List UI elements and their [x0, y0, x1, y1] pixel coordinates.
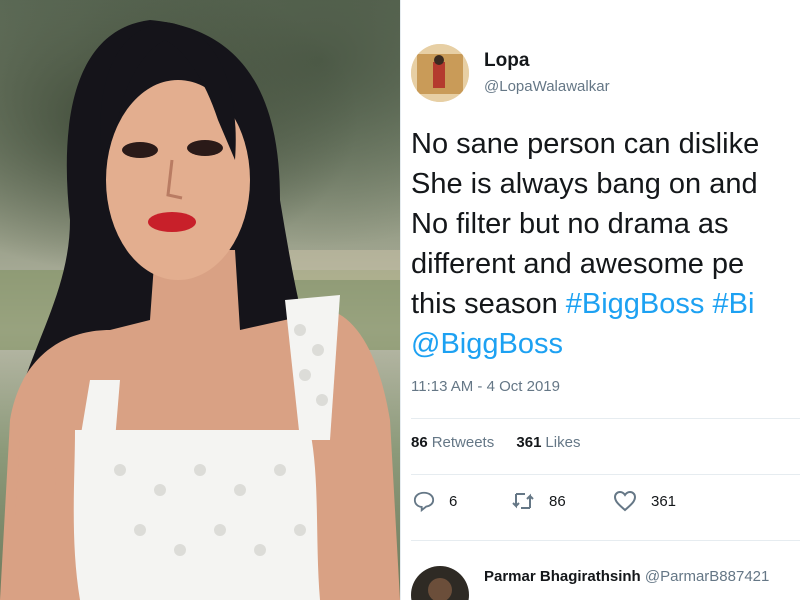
like-count: 361 [651, 492, 677, 510]
reply-count: 6 [449, 492, 458, 510]
retweet-count: 86 [549, 492, 566, 510]
like-button[interactable]: 361 [613, 490, 676, 512]
tweet-line-text: different and awesome pe [411, 248, 745, 280]
tweet-line: She is always bang on and [411, 164, 800, 204]
likes-count: 361 [516, 434, 542, 451]
retweet-icon [512, 493, 534, 509]
divider [411, 540, 800, 541]
tweet-stats: 86 Retweets 361 Likes [411, 434, 598, 451]
avatar[interactable] [411, 44, 469, 102]
reply-author[interactable]: Parmar Bhagirathsinh @ParmarB887421 [484, 568, 769, 585]
retweets-stat[interactable]: 86 Retweets [411, 434, 494, 451]
retweet-button[interactable]: 86 [511, 490, 566, 512]
reply-author-name: Parmar Bhagirathsinh [484, 568, 641, 585]
heart-icon [613, 490, 637, 512]
photo-panel [0, 0, 400, 600]
tweet-line: @BiggBoss [411, 324, 800, 364]
author-name[interactable]: Lopa [484, 50, 529, 72]
mention-link[interactable]: @BiggBoss [411, 328, 563, 360]
woman-portrait-image [0, 20, 400, 600]
author-handle[interactable]: @LopaWalawalkar [484, 78, 610, 95]
retweets-label: Retweets [431, 434, 495, 451]
tweet-line: different and awesome pe [411, 244, 800, 284]
tweet-line: No filter but no drama as [411, 204, 800, 244]
divider [411, 474, 800, 475]
tweet-line-text: No filter but no drama as [411, 208, 729, 240]
tweet-actions: 6 86 361 [401, 490, 800, 518]
hashtag-link[interactable]: #BiggBoss [566, 288, 705, 320]
tweet-line-text: She is always bang on and [411, 168, 758, 200]
tweet-timestamp[interactable]: 11:13 AM - 4 Oct 2019 [411, 378, 560, 395]
retweets-count: 86 [411, 434, 428, 451]
reply-author-handle: @ParmarB887421 [644, 568, 770, 585]
tweet-line-text: this season [411, 288, 566, 320]
likes-stat[interactable]: 361 Likes [516, 434, 580, 451]
likes-label: Likes [545, 434, 581, 451]
hashtag-link[interactable]: #Bi [712, 288, 754, 320]
tweet-line-text: No sane person can dislike [411, 128, 760, 160]
tweet-line: this season #BiggBoss #Bi [411, 284, 800, 324]
tweet-text: No sane person can dislike She is always… [411, 124, 800, 364]
tweet-card: Lopa @LopaWalawalkar No sane person can … [400, 0, 800, 600]
reply-button[interactable]: 6 [413, 490, 457, 512]
reply-avatar[interactable] [411, 566, 469, 600]
divider [411, 418, 800, 419]
tweet-line: No sane person can dislike [411, 124, 800, 164]
reply-icon [413, 491, 435, 512]
